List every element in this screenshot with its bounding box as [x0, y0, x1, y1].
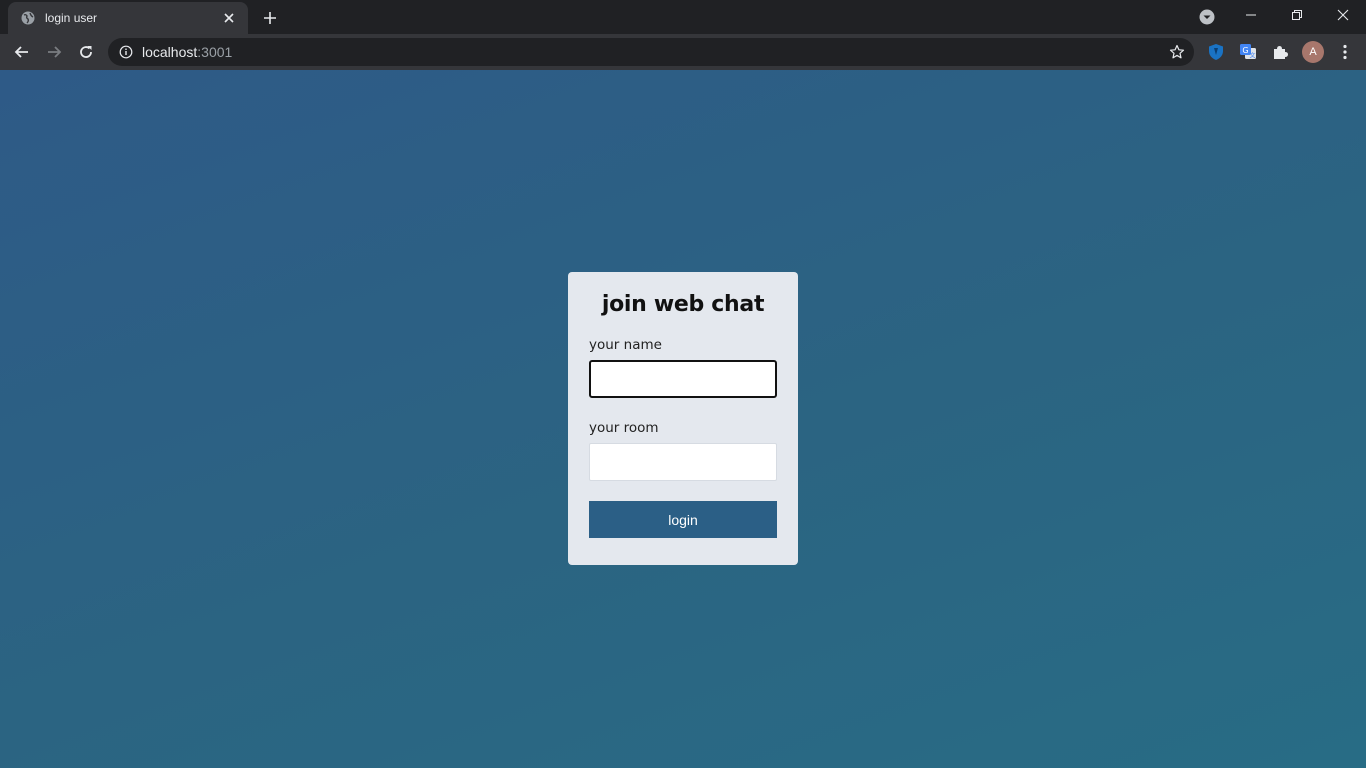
translate-extension-icon[interactable]: G 文: [1237, 41, 1259, 63]
page-viewport: join web chat your name your room login: [0, 70, 1366, 768]
arrow-right-icon: [48, 46, 62, 58]
url-text: localhost:3001: [142, 44, 232, 60]
login-title: join web chat: [601, 292, 765, 317]
info-icon[interactable]: [119, 45, 133, 59]
svg-text:G: G: [1242, 46, 1248, 55]
globe-icon: [20, 10, 36, 26]
browser-toolbar: localhost:3001 G 文 A: [0, 34, 1366, 70]
room-input[interactable]: [589, 443, 777, 481]
url-host: localhost: [142, 44, 198, 60]
shield-extension-icon[interactable]: [1205, 41, 1227, 63]
new-tab-icon[interactable]: [258, 6, 282, 30]
puzzle-extensions-icon[interactable]: [1269, 41, 1291, 63]
minimize-icon[interactable]: [1228, 0, 1274, 30]
login-button[interactable]: login: [589, 501, 777, 538]
login-card: join web chat your name your room login: [568, 272, 798, 565]
name-input[interactable]: [589, 360, 777, 398]
tab-search-icon[interactable]: [1198, 8, 1216, 26]
room-label: your room: [589, 420, 659, 436]
svg-text:文: 文: [1249, 52, 1255, 60]
three-dots-menu-icon[interactable]: [1334, 41, 1356, 63]
restore-icon[interactable]: [1274, 0, 1320, 30]
window-close-icon[interactable]: [1320, 0, 1366, 30]
forward-button[interactable]: [40, 38, 68, 66]
tab-strip: login user: [0, 0, 1366, 34]
name-label: your name: [589, 337, 662, 353]
profile-avatar[interactable]: A: [1302, 41, 1324, 63]
arrow-left-icon: [14, 46, 28, 58]
browser-tab[interactable]: login user: [8, 2, 248, 34]
reload-button[interactable]: [72, 38, 100, 66]
reload-icon: [80, 46, 92, 58]
url-port: :3001: [197, 44, 233, 60]
back-button[interactable]: [8, 38, 36, 66]
star-icon[interactable]: [1168, 43, 1186, 61]
tab-close-icon[interactable]: [220, 9, 238, 27]
address-bar[interactable]: localhost:3001: [108, 38, 1194, 66]
tab-title: login user: [45, 11, 98, 25]
